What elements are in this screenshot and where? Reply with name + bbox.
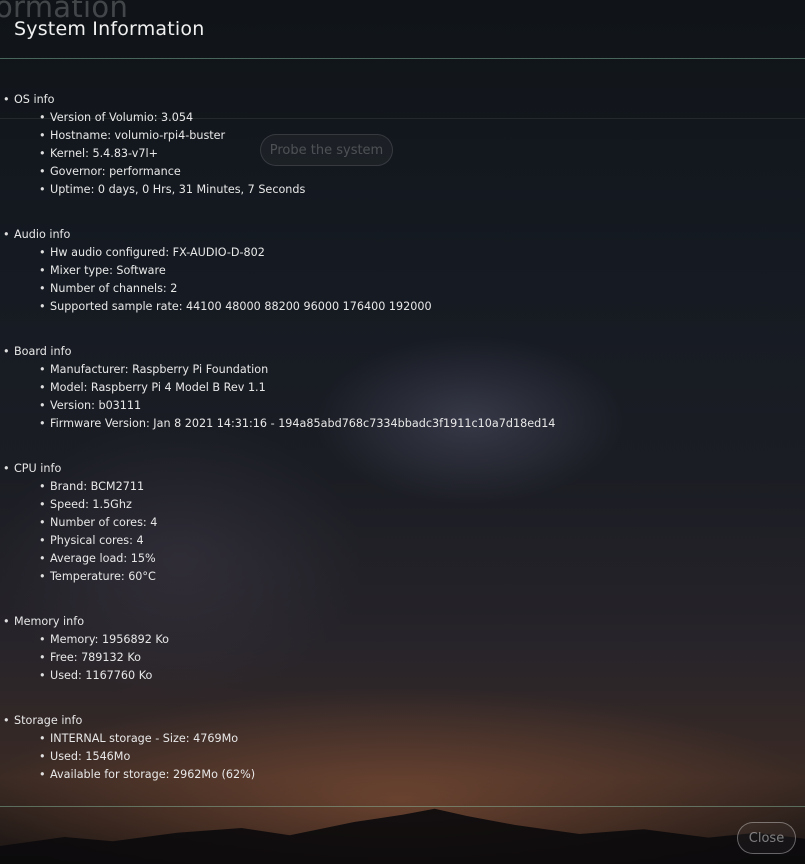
- section-os-info: OS info Version of Volumio: 3.054 Hostna…: [0, 91, 805, 199]
- list-item: Governor: performance: [0, 163, 805, 181]
- list-item: Memory: 1956892 Ko: [0, 631, 805, 649]
- list-item: Free: 789132 Ko: [0, 649, 805, 667]
- section-label: OS info: [0, 91, 805, 109]
- section-board-info: Board info Manufacturer: Raspberry Pi Fo…: [0, 343, 805, 433]
- background-mountains: [0, 808, 805, 864]
- section-label: Board info: [0, 343, 805, 361]
- list-item: Kernel: 5.4.83-v7l+: [0, 145, 805, 163]
- list-item: Version of Volumio: 3.054: [0, 109, 805, 127]
- list-item: INTERNAL storage - Size: 4769Mo: [0, 730, 805, 748]
- list-item: Brand: BCM2711: [0, 478, 805, 496]
- section-memory-info: Memory info Memory: 1956892 Ko Free: 789…: [0, 613, 805, 685]
- section-cpu-info: CPU info Brand: BCM2711 Speed: 1.5Ghz Nu…: [0, 460, 805, 586]
- list-item: Available for storage: 2962Mo (62%): [0, 766, 805, 784]
- modal-body: OS info Version of Volumio: 3.054 Hostna…: [0, 91, 805, 811]
- header-divider: [0, 58, 805, 59]
- close-button[interactable]: Close: [737, 822, 796, 854]
- list-item: Firmware Version: Jan 8 2021 14:31:16 - …: [0, 415, 805, 433]
- section-label: Memory info: [0, 613, 805, 631]
- list-item: Uptime: 0 days, 0 Hrs, 31 Minutes, 7 Sec…: [0, 181, 805, 199]
- list-item: Number of channels: 2: [0, 280, 805, 298]
- list-item: Temperature: 60°C: [0, 568, 805, 586]
- list-item: Hostname: volumio-rpi4-buster: [0, 127, 805, 145]
- list-item: Used: 1546Mo: [0, 748, 805, 766]
- section-label: CPU info: [0, 460, 805, 478]
- list-item: Supported sample rate: 44100 48000 88200…: [0, 298, 805, 316]
- modal-title: System Information: [14, 18, 205, 40]
- list-item: Version: b03111: [0, 397, 805, 415]
- section-audio-info: Audio info Hw audio configured: FX-AUDIO…: [0, 226, 805, 316]
- list-item: Mixer type: Software: [0, 262, 805, 280]
- list-item: Hw audio configured: FX-AUDIO-D-802: [0, 244, 805, 262]
- list-item: Speed: 1.5Ghz: [0, 496, 805, 514]
- section-storage-info: Storage info INTERNAL storage - Size: 47…: [0, 712, 805, 784]
- list-item: Average load: 15%: [0, 550, 805, 568]
- list-item: Model: Raspberry Pi 4 Model B Rev 1.1: [0, 379, 805, 397]
- section-label: Storage info: [0, 712, 805, 730]
- list-item: Used: 1167760 Ko: [0, 667, 805, 685]
- section-label: Audio info: [0, 226, 805, 244]
- list-item: Manufacturer: Raspberry Pi Foundation: [0, 361, 805, 379]
- list-item: Physical cores: 4: [0, 532, 805, 550]
- list-item: Number of cores: 4: [0, 514, 805, 532]
- footer-divider: [0, 806, 805, 807]
